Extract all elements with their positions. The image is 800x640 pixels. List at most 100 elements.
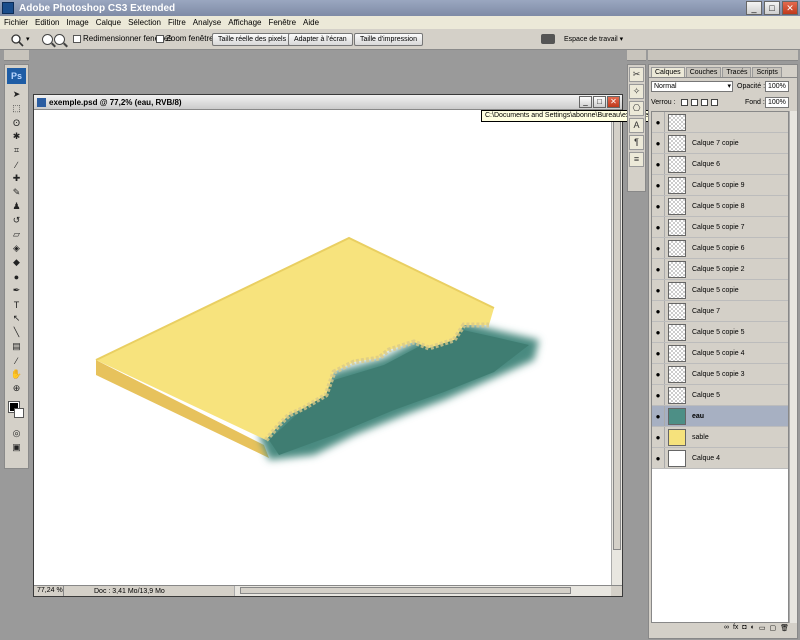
layer-row[interactable]: ● Calque 5 copie 2 — [652, 259, 788, 280]
brush-tool-icon[interactable]: ✎ — [6, 186, 27, 199]
lock-position-icon[interactable] — [701, 99, 708, 106]
layer-row[interactable]: ● Calque 5 copie 3 — [652, 364, 788, 385]
type-tool-icon[interactable]: T — [6, 298, 27, 311]
icon-dock-collapse-strip[interactable] — [627, 50, 646, 61]
vertical-scroll-thumb[interactable] — [613, 120, 621, 550]
visibility-eye-icon[interactable]: ● — [652, 322, 665, 342]
workspace-menu[interactable]: Espace de travail ▾ — [564, 35, 623, 43]
visibility-eye-icon[interactable]: ● — [652, 385, 665, 405]
visibility-eye-icon[interactable]: ● — [652, 301, 665, 321]
actual-pixels-button[interactable]: Taille réelle des pixels — [212, 33, 293, 46]
visibility-eye-icon[interactable]: ● — [652, 259, 665, 279]
layer-row[interactable]: ● Calque 5 copie 7 — [652, 217, 788, 238]
menu-aide[interactable]: Aide — [303, 18, 319, 27]
close-button[interactable]: ✕ — [782, 1, 798, 15]
paragraph-icon[interactable]: ¶ — [629, 135, 644, 150]
zoom-in-icon[interactable] — [42, 34, 53, 45]
menu-fenetre[interactable]: Fenêtre — [268, 18, 296, 27]
menu-image[interactable]: Image — [66, 18, 88, 27]
visibility-eye-icon[interactable]: ● — [652, 154, 665, 174]
panel-dock-collapse-strip[interactable] — [648, 50, 798, 61]
notes-icon[interactable]: ≡ — [629, 152, 644, 167]
document-vertical-scrollbar[interactable] — [611, 110, 622, 585]
magic-wand-tool-icon[interactable]: ✱ — [6, 130, 27, 143]
layer-row[interactable]: ● Calque 5 — [652, 385, 788, 406]
lock-all-icon[interactable] — [711, 99, 718, 106]
horizontal-scroll-thumb[interactable] — [240, 587, 571, 594]
eraser-tool-icon[interactable]: ▱ — [6, 228, 27, 241]
resize-windows-checkbox[interactable] — [73, 35, 81, 43]
layer-row[interactable]: ● Calque 4 — [652, 448, 788, 469]
menu-calque[interactable]: Calque — [96, 18, 121, 27]
stamp-tool-icon[interactable]: ♟ — [6, 200, 27, 213]
fill-input[interactable]: 100% — [765, 97, 789, 108]
path-select-tool-icon[interactable]: ↖ — [6, 312, 27, 325]
visibility-eye-icon[interactable]: ● — [652, 175, 665, 195]
zoom-windows-checkbox[interactable] — [156, 35, 164, 43]
adjustment-icon[interactable]: ◐ — [751, 624, 755, 636]
tab-couches[interactable]: Couches — [685, 67, 722, 77]
quick-mask-icon[interactable]: ◎ — [6, 427, 27, 440]
menu-edition[interactable]: Edition — [35, 18, 59, 27]
lock-pixels-icon[interactable] — [691, 99, 698, 106]
layer-list-scrollbar[interactable] — [789, 111, 797, 623]
menu-filtre[interactable]: Filtre — [168, 18, 186, 27]
doc-size-info[interactable]: Doc : 3,41 Mo/13,9 Mo — [94, 588, 165, 595]
trash-icon[interactable]: 🗑 — [780, 624, 789, 636]
group-icon[interactable]: ▭ — [759, 624, 766, 636]
link-icon[interactable]: ∞ — [724, 624, 729, 636]
visibility-eye-icon[interactable]: ● — [652, 427, 665, 447]
doc-close-button[interactable]: ✕ — [607, 96, 620, 108]
line-tool-icon[interactable]: ╲ — [6, 326, 27, 339]
zoom-tool-icon[interactable]: ⊕ — [6, 382, 27, 395]
opacity-input[interactable]: 100% — [765, 81, 789, 92]
healing-brush-tool-icon[interactable]: ✚ — [6, 172, 27, 185]
zoom-out-icon[interactable] — [54, 34, 65, 45]
mask-icon[interactable]: ◘ — [742, 624, 746, 636]
blur-tool-icon[interactable]: ◆ — [6, 256, 27, 269]
menu-selection[interactable]: Sélection — [128, 18, 161, 27]
visibility-eye-icon[interactable]: ● — [652, 217, 665, 237]
tab-calques[interactable]: Calques — [651, 67, 685, 77]
tab-traces[interactable]: Tracés — [722, 67, 752, 77]
fx-icon[interactable]: fx — [733, 624, 738, 636]
menu-affichage[interactable]: Affichage — [228, 18, 261, 27]
move-tool-icon[interactable]: ➤ — [6, 88, 27, 101]
tools-preset-icon[interactable]: ✂ — [629, 67, 644, 82]
document-canvas[interactable] — [34, 110, 612, 585]
pen-tool-icon[interactable]: ✒ — [6, 284, 27, 297]
layer-row[interactable]: ● Calque 7 copie — [652, 133, 788, 154]
tab-scripts[interactable]: Scripts — [752, 67, 782, 77]
restore-button[interactable]: □ — [764, 1, 780, 15]
lock-transparency-icon[interactable] — [681, 99, 688, 106]
lasso-tool-icon[interactable]: ʘ — [6, 116, 27, 129]
layer-row[interactable]: ● Calque 5 copie 4 — [652, 343, 788, 364]
print-size-button[interactable]: Taille d'impression — [354, 33, 423, 46]
layer-row[interactable]: ● — [652, 112, 788, 133]
visibility-eye-icon[interactable]: ● — [652, 133, 665, 153]
screen-mode-icon[interactable]: ▣ — [6, 441, 27, 454]
doc-maximize-button[interactable]: □ — [593, 96, 606, 108]
slice-tool-icon[interactable]: ∕ — [6, 158, 27, 171]
brushes-icon[interactable]: ✧ — [629, 84, 644, 99]
visibility-eye-icon[interactable]: ● — [652, 448, 665, 468]
zoom-tool-preset-icon[interactable] — [10, 33, 24, 47]
bucket-tool-icon[interactable]: ◈ — [6, 242, 27, 255]
visibility-eye-icon[interactable]: ● — [652, 238, 665, 258]
background-color-swatch[interactable] — [14, 408, 24, 418]
character-icon[interactable]: A — [629, 118, 644, 133]
new-layer-icon[interactable]: ▢ — [769, 624, 776, 636]
layer-row[interactable]: ● Calque 5 copie 9 — [652, 175, 788, 196]
document-horizontal-scrollbar[interactable] — [234, 586, 611, 596]
layer-row[interactable]: ● Calque 7 — [652, 301, 788, 322]
layer-row[interactable]: ● Calque 6 — [652, 154, 788, 175]
document-title-bar[interactable]: exemple.psd @ 77,2% (eau, RVB/8) _ □ ✕ — [34, 95, 622, 110]
hand-tool-icon[interactable]: ✋ — [6, 368, 27, 381]
blend-mode-select[interactable]: Normal — [651, 81, 733, 92]
visibility-eye-icon[interactable]: ● — [652, 196, 665, 216]
workspace-icon[interactable] — [541, 34, 555, 44]
ps-logo[interactable]: Ps — [7, 68, 26, 84]
visibility-eye-icon[interactable]: ● — [652, 280, 665, 300]
eyedropper-tool-icon[interactable]: ⁄ — [6, 354, 27, 367]
clone-source-icon[interactable]: ⎔ — [629, 101, 644, 116]
